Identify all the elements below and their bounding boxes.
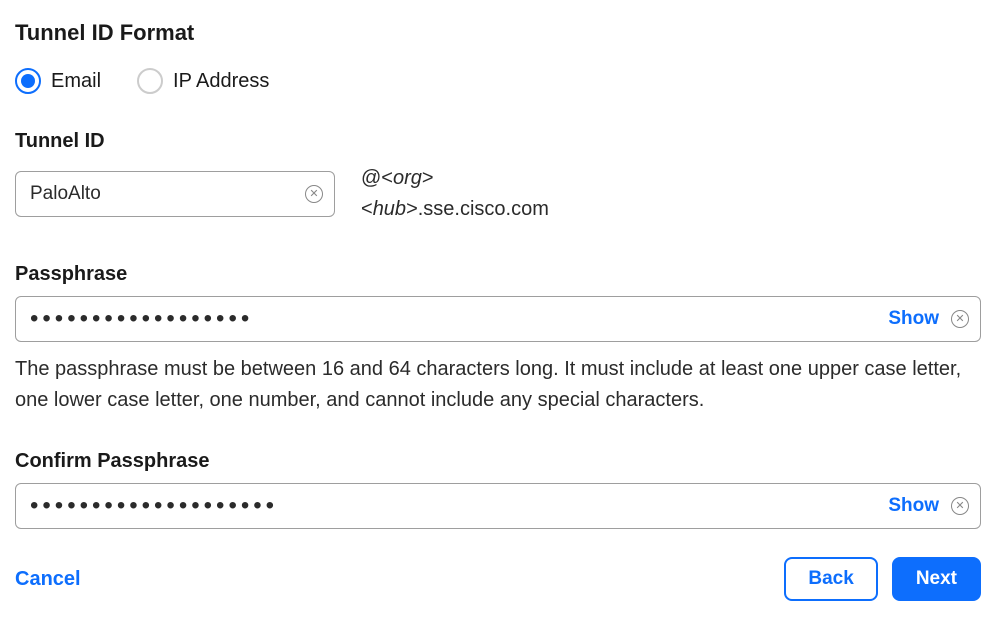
section-title: Tunnel ID Format (15, 20, 984, 46)
button-group: Back Next (784, 557, 981, 601)
radio-label-ip: IP Address (173, 70, 269, 93)
confirm-passphrase-label: Confirm Passphrase (15, 450, 984, 473)
suffix-line2-em: hub (373, 198, 406, 220)
clear-icon[interactable]: ✕ (305, 185, 323, 203)
clear-icon[interactable]: ✕ (951, 497, 969, 515)
show-confirm-passphrase-link[interactable]: Show (888, 495, 939, 517)
suffix-line1-prefix: @< (361, 167, 393, 189)
passphrase-help-text: The passphrase must be between 16 and 64… (15, 354, 975, 416)
tunnel-id-format-radio-group: Email IP Address (15, 68, 984, 94)
radio-icon (137, 68, 163, 94)
show-passphrase-link[interactable]: Show (888, 308, 939, 330)
confirm-passphrase-input-wrap: Show ✕ (15, 483, 981, 529)
tunnel-id-input-wrap: ✕ (15, 171, 335, 217)
clear-icon[interactable]: ✕ (951, 310, 969, 328)
tunnel-id-row: ✕ @<org> <hub>.sse.cisco.com (15, 163, 984, 225)
radio-option-ip[interactable]: IP Address (137, 68, 269, 94)
tunnel-id-input[interactable] (15, 171, 335, 217)
passphrase-input-wrap: Show ✕ (15, 296, 981, 342)
suffix-line1-em: org (393, 167, 422, 189)
radio-icon (15, 68, 41, 94)
passphrase-section: Passphrase Show ✕ The passphrase must be… (15, 263, 984, 416)
radio-dot-icon (21, 74, 35, 88)
suffix-line2-prefix: < (361, 198, 373, 220)
passphrase-label: Passphrase (15, 263, 984, 286)
radio-label-email: Email (51, 70, 101, 93)
footer: Cancel Back Next (15, 557, 981, 601)
confirm-passphrase-section: Confirm Passphrase Show ✕ (15, 450, 984, 529)
suffix-line2-suffix: >.sse.cisco.com (406, 198, 549, 220)
tunnel-id-suffix: @<org> <hub>.sse.cisco.com (361, 163, 549, 225)
next-button[interactable]: Next (892, 557, 981, 601)
passphrase-input[interactable] (15, 296, 981, 342)
radio-option-email[interactable]: Email (15, 68, 101, 94)
cancel-link[interactable]: Cancel (15, 568, 81, 591)
suffix-line1-suffix: > (422, 167, 434, 189)
confirm-passphrase-input[interactable] (15, 483, 981, 529)
tunnel-id-label: Tunnel ID (15, 130, 984, 153)
back-button[interactable]: Back (784, 557, 877, 601)
